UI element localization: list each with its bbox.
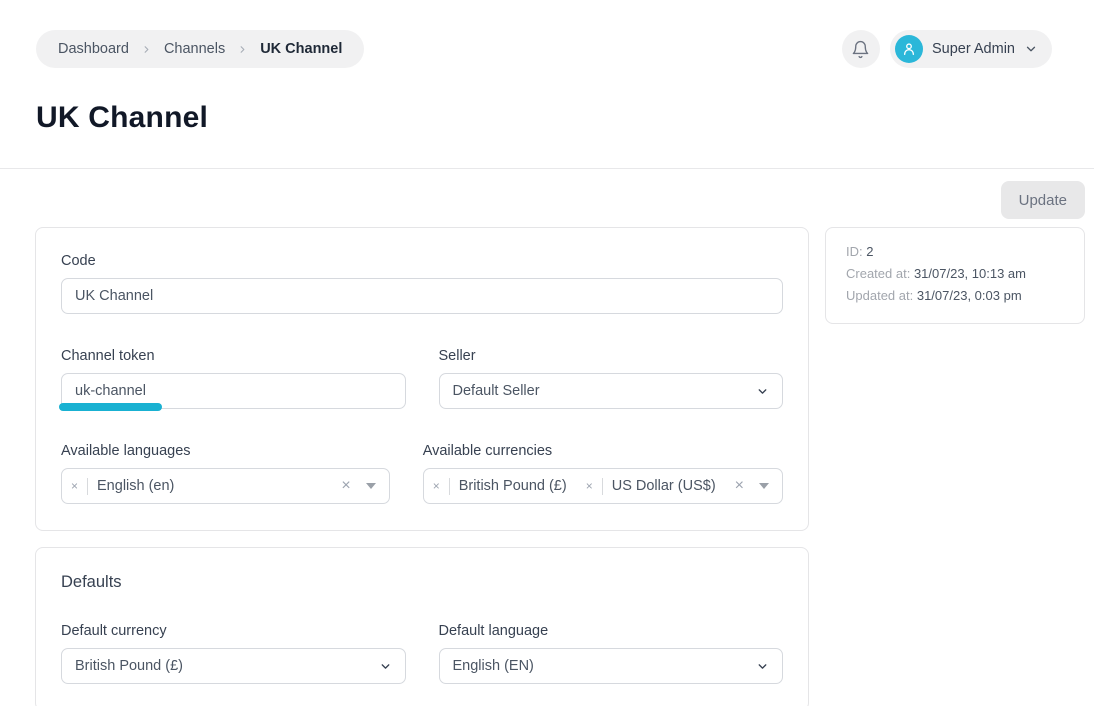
chevron-down-icon (1024, 42, 1038, 56)
channel-token-field: Channel token (61, 348, 406, 409)
language-token-label: English (en) (97, 478, 174, 494)
breadcrumb-item-dashboard[interactable]: Dashboard (58, 41, 129, 57)
token-divider (87, 478, 88, 495)
currencies-multiselect[interactable]: × British Pound (£) × US Dollar (US$) × (423, 468, 783, 504)
record-updated-value: 31/07/23, 0:03 pm (917, 288, 1022, 303)
default-currency-value: British Pound (£) (75, 658, 183, 674)
languages-field: Available languages × English (en) × (61, 443, 390, 504)
record-created: Created at: 31/07/23, 10:13 am (846, 263, 1064, 285)
defaults-heading: Defaults (61, 573, 783, 592)
defaults-card: Defaults Default currency British Pound … (35, 547, 809, 706)
default-currency-label: Default currency (61, 623, 406, 639)
general-card: Code Channel token Seller Default Seller (35, 227, 809, 531)
side-column: ID: 2 Created at: 31/07/23, 10:13 am Upd… (825, 227, 1085, 324)
channel-token-label: Channel token (61, 348, 406, 364)
currencies-label: Available currencies (423, 443, 783, 459)
currencies-field: Available currencies × British Pound (£)… (423, 443, 783, 504)
seller-field: Seller Default Seller (439, 348, 784, 409)
remove-token-icon[interactable]: × (433, 480, 440, 492)
breadcrumb-item-channels[interactable]: Channels (164, 41, 225, 57)
chevron-down-icon (379, 660, 392, 673)
currency-token: × British Pound (£) (433, 478, 567, 495)
topbar: Dashboard Channels UK Channel Super Admi… (0, 0, 1094, 68)
chevron-right-icon (141, 44, 152, 55)
default-currency-field: Default currency British Pound (£) (61, 623, 406, 684)
content: Update Code Channel token Seller (0, 169, 1094, 706)
chevron-down-icon (756, 385, 769, 398)
record-updated-label: Updated at: (846, 288, 913, 303)
record-info-card: ID: 2 Created at: 31/07/23, 10:13 am Upd… (825, 227, 1085, 324)
code-label: Code (61, 253, 783, 269)
update-button[interactable]: Update (1001, 181, 1085, 219)
topbar-right: Super Admin (842, 30, 1052, 68)
remove-token-icon[interactable]: × (71, 480, 78, 492)
languages-multiselect[interactable]: × English (en) × (61, 468, 390, 504)
bell-icon (851, 40, 870, 59)
currency-token-label: British Pound (£) (459, 478, 567, 494)
code-input[interactable] (61, 278, 783, 314)
record-id: ID: 2 (846, 241, 1064, 263)
default-language-label: Default language (439, 623, 784, 639)
record-id-label: ID: (846, 244, 863, 259)
clear-all-icon[interactable]: × (735, 478, 744, 494)
notifications-button[interactable] (842, 30, 880, 68)
dropdown-caret-icon[interactable] (366, 483, 376, 489)
currency-token: × US Dollar (US$) (586, 478, 716, 495)
currency-token-label: US Dollar (US$) (612, 478, 716, 494)
record-created-value: 31/07/23, 10:13 am (914, 266, 1026, 281)
languages-label: Available languages (61, 443, 390, 459)
breadcrumb-item-current: UK Channel (260, 41, 342, 57)
default-language-select[interactable]: English (EN) (439, 648, 784, 684)
seller-label: Seller (439, 348, 784, 364)
token-divider (602, 478, 603, 495)
default-language-field: Default language English (EN) (439, 623, 784, 684)
user-avatar (895, 35, 923, 63)
main-column: Code Channel token Seller Default Seller (35, 227, 809, 706)
person-icon (901, 41, 917, 57)
action-row: Update (35, 181, 1085, 219)
language-token: × English (en) (71, 478, 174, 495)
chevron-down-icon (756, 660, 769, 673)
token-divider (449, 478, 450, 495)
record-id-value: 2 (866, 244, 873, 259)
user-name: Super Admin (932, 41, 1015, 57)
clear-all-icon[interactable]: × (341, 478, 350, 494)
chevron-right-icon (237, 44, 248, 55)
seller-selected-value: Default Seller (453, 383, 540, 399)
record-updated: Updated at: 31/07/23, 0:03 pm (846, 285, 1064, 307)
user-menu[interactable]: Super Admin (890, 30, 1052, 68)
default-currency-select[interactable]: British Pound (£) (61, 648, 406, 684)
breadcrumb: Dashboard Channels UK Channel (36, 30, 364, 68)
record-created-label: Created at: (846, 266, 910, 281)
default-language-value: English (EN) (453, 658, 534, 674)
accent-underline (59, 403, 162, 411)
page-title: UK Channel (36, 98, 1094, 138)
remove-token-icon[interactable]: × (586, 480, 593, 492)
dropdown-caret-icon[interactable] (759, 483, 769, 489)
seller-select[interactable]: Default Seller (439, 373, 784, 409)
